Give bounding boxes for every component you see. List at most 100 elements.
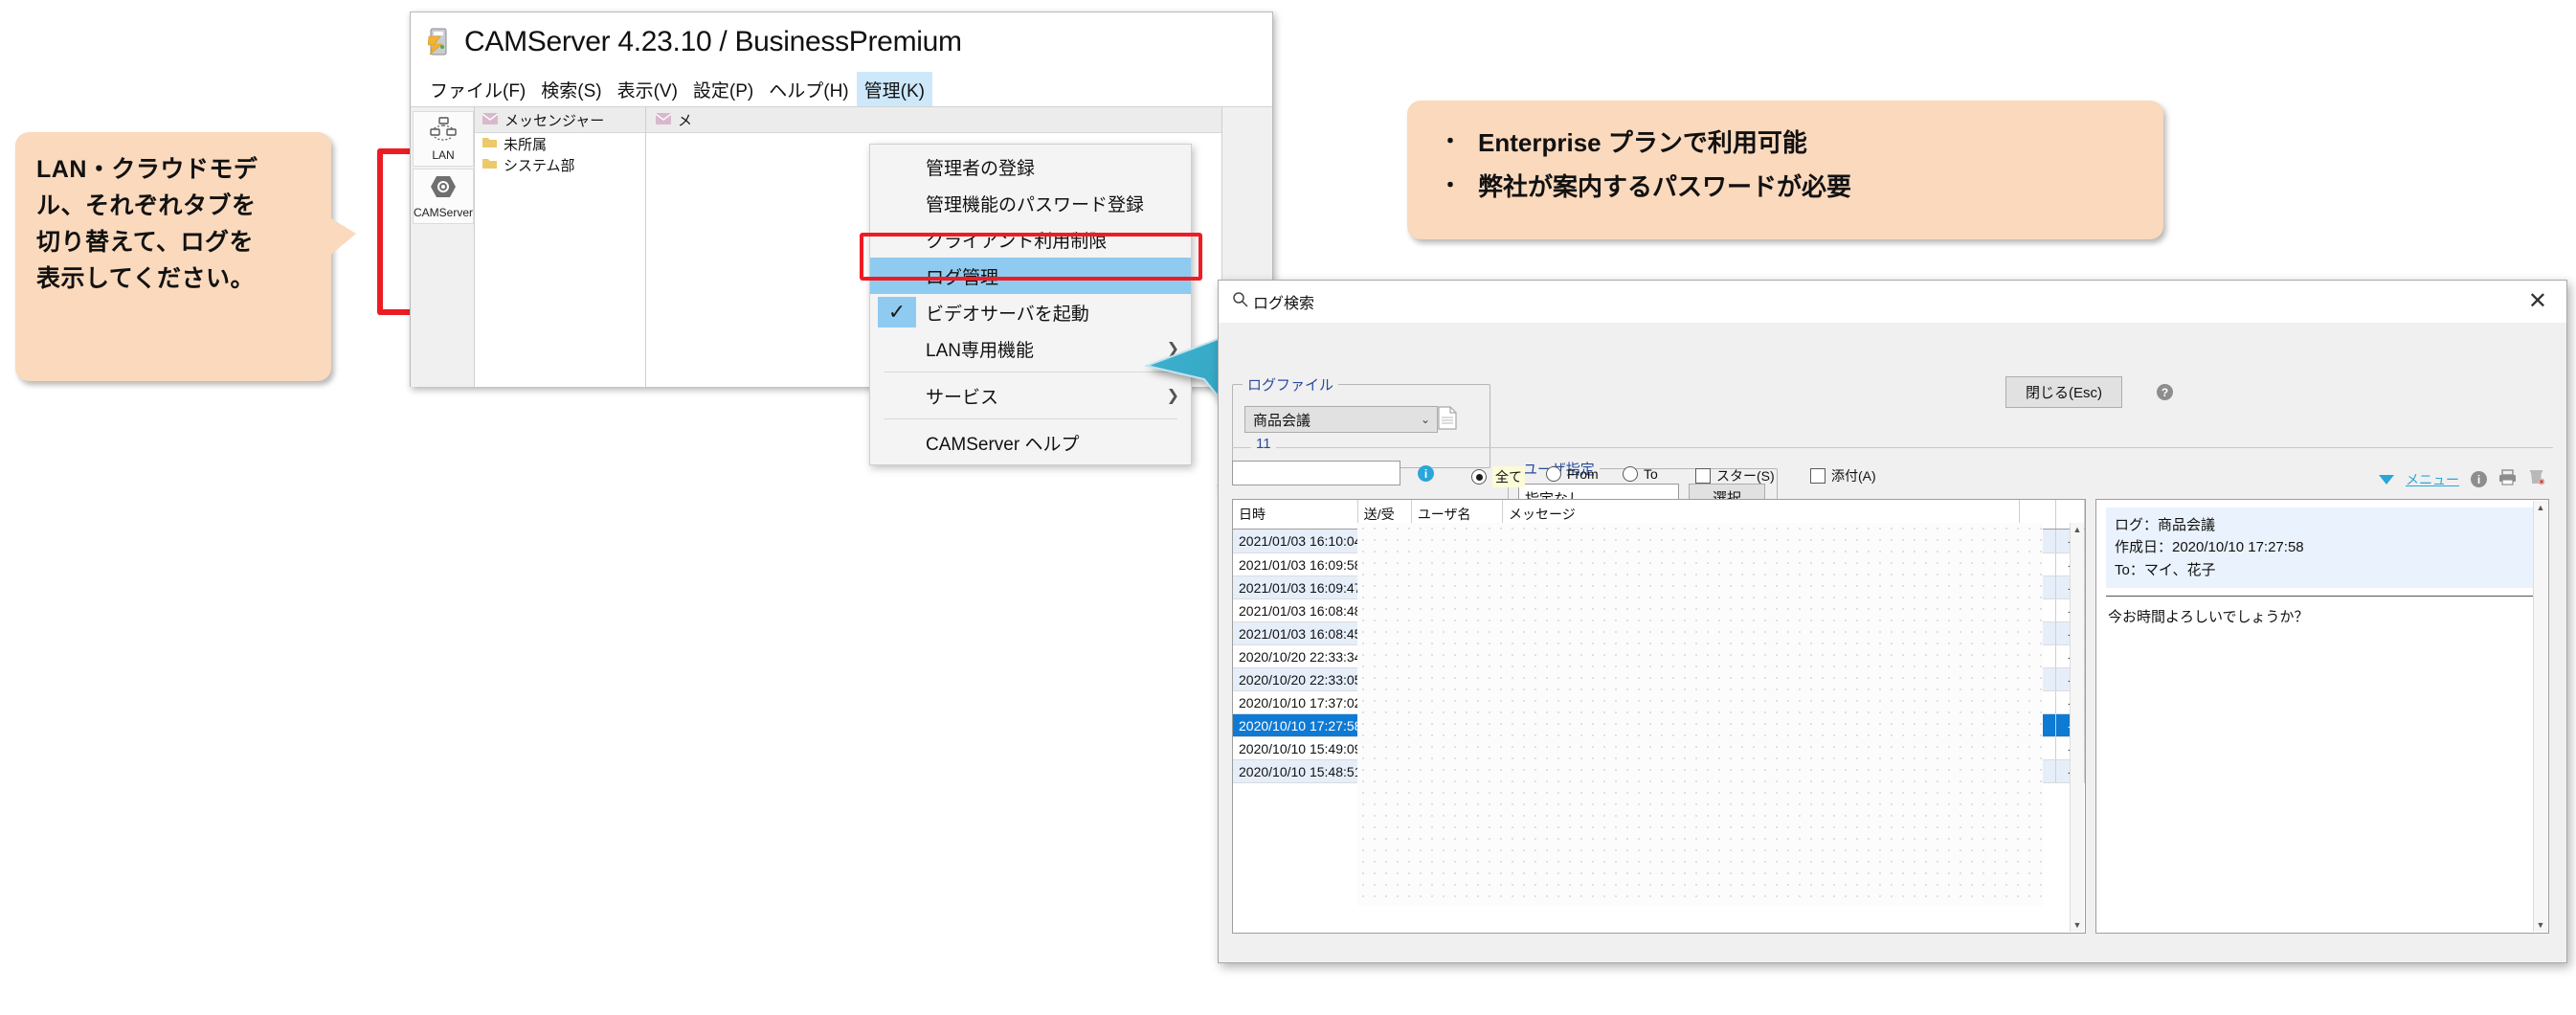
sidebar-item-label: CAMServer — [414, 205, 474, 219]
menu-item-label: サービス — [926, 387, 999, 408]
filter-radio-to-label: To — [1644, 466, 1658, 482]
hexagon-gear-icon — [430, 174, 457, 204]
left-callout-bubble: LAN・クラウドモデ ル、それぞれタブを 切り替えて、ログを 表示してください。 — [15, 132, 331, 381]
filter-checkbox-attachment-label: 添付(A) — [1831, 468, 1876, 484]
network-icon — [429, 116, 458, 147]
tree-header[interactable]: メッセンジャー — [475, 107, 645, 133]
cell-datetime: 2020/10/20 22:33:34 — [1233, 644, 1358, 668]
tree-item-label: 未所属 — [504, 136, 548, 153]
log-table: 日時 送/受 ユーザ名 メッセージ 2021/01/03 16:10:04Fro… — [1232, 499, 2086, 934]
menu-item-label: LAN専用機能 — [926, 340, 1034, 361]
search-input[interactable] — [1232, 461, 1400, 485]
page-title: CAMServer 4.23.10 / BusinessPremium — [464, 26, 962, 57]
callout-line: 表示してください。 — [36, 265, 256, 292]
scroll-down-arrow[interactable]: ▼ — [2534, 918, 2547, 932]
log-search-dialog: ログ検索 ✕ ログファイル 商品会議 ⌄ ユーザ指定 指定なし 選択 指定日付 … — [1218, 280, 2567, 963]
menu-view[interactable]: 表示(V) — [610, 72, 685, 106]
logfile-select[interactable]: 商品会議 ⌄ — [1244, 406, 1438, 433]
envelope-icon — [482, 112, 499, 128]
tree-panel: メッセンジャー 未所属 システム部 — [475, 107, 646, 387]
close-icon[interactable]: ✕ — [2522, 290, 2553, 313]
cell-datetime: 2021/01/03 16:08:45 — [1233, 621, 1358, 645]
file-icon[interactable] — [1438, 406, 1457, 435]
radio-icon — [1623, 466, 1638, 482]
menu-admin[interactable]: 管理(K) — [856, 72, 932, 106]
filter-radio-to[interactable]: To — [1623, 466, 1658, 482]
tree-item-label: システム部 — [504, 157, 575, 174]
sidebar-item-label: LAN — [432, 147, 455, 162]
redaction-overlay — [1357, 523, 2043, 906]
side-tab-strip: LAN CAMServer — [411, 107, 475, 387]
filter-radio-all[interactable]: 全て — [1471, 466, 1525, 487]
right-callout-bubble: ・ Enterprise プランで利用可能 ・ 弊社が案内するパスワードが必要 — [1407, 101, 2163, 239]
scroll-up-arrow[interactable]: ▲ — [2534, 501, 2547, 514]
sidebar-item-lan[interactable]: LAN — [413, 111, 474, 167]
logfile-group-legend: ログファイル — [1243, 374, 1339, 395]
filter-checkbox-star-label: スター(S) — [1716, 468, 1775, 484]
detail-log-name: ログ：商品会議 — [2115, 517, 2216, 533]
filter-checkbox-star[interactable]: スター(S) — [1695, 466, 1775, 485]
check-icon: ✓ — [878, 297, 916, 327]
checkbox-icon — [1810, 468, 1826, 484]
cell-datetime: 2021/01/03 16:08:48 — [1233, 598, 1358, 622]
menu-item-admin-password[interactable]: 管理機能のパスワード登録 — [870, 185, 1191, 221]
filter-radio-all-label: 全て — [1492, 466, 1525, 487]
logfile-select-value: 商品会議 — [1253, 412, 1311, 429]
cell-datetime: 2020/10/20 22:33:05 — [1233, 667, 1358, 691]
menu-file[interactable]: ファイル(F) — [422, 72, 533, 106]
chevron-down-icon: ⌄ — [1420, 413, 1430, 426]
menu-help[interactable]: ヘルプ(H) — [761, 72, 856, 106]
bullet-marker: ・ — [1440, 172, 1462, 197]
bullet-marker: ・ — [1440, 129, 1462, 153]
close-dialog-button[interactable]: 閉じる(Esc) — [2005, 376, 2122, 408]
chevron-down-icon[interactable] — [2379, 474, 2394, 485]
messages-panel-label: メ — [678, 112, 693, 129]
search-icon — [1232, 291, 1248, 312]
logfile-group: ログファイル 商品会議 ⌄ — [1232, 374, 1490, 468]
callout-bullet: ・ Enterprise プランで利用可能 — [1440, 122, 2131, 166]
tree-header-label: メッセンジャー — [504, 112, 605, 129]
column-header-datetime[interactable]: 日時 — [1233, 500, 1358, 530]
tree-item-unassigned[interactable]: 未所属 — [475, 133, 645, 154]
app-logo-icon — [427, 28, 453, 56]
menu-settings[interactable]: 設定(P) — [685, 72, 761, 106]
menubar: ファイル(F) 検索(S) 表示(V) 設定(P) ヘルプ(H) 管理(K) — [411, 72, 1272, 106]
detail-toolbar: メニュー i — [2379, 468, 2545, 490]
print-icon[interactable] — [2498, 468, 2517, 490]
cell-datetime: 2021/01/03 16:09:58 — [1233, 553, 1358, 576]
menu-search[interactable]: 検索(S) — [533, 72, 609, 106]
dialog-titlebar: ログ検索 ✕ — [1219, 281, 2566, 323]
scroll-down-arrow[interactable]: ▼ — [2071, 918, 2084, 932]
tree-item-system-dept[interactable]: システム部 — [475, 154, 645, 175]
filter-radio-from[interactable]: From — [1546, 466, 1599, 482]
info-icon[interactable]: i — [2471, 471, 2487, 487]
messages-panel-header: メ — [646, 107, 1221, 133]
detail-divider — [2106, 595, 2539, 597]
menu-item-register-admin[interactable]: 管理者の登録 — [870, 148, 1191, 185]
detail-menu-link[interactable]: メニュー — [2406, 470, 2459, 489]
window-titlebar: CAMServer 4.23.10 / BusinessPremium — [411, 12, 1272, 72]
checkbox-icon — [1695, 468, 1711, 484]
table-vertical-scrollbar[interactable]: ▲ ▼ — [2070, 523, 2084, 932]
callout-bullet: ・ 弊社が案内するパスワードが必要 — [1440, 166, 2131, 210]
cell-datetime: 2021/01/03 16:09:47 — [1233, 575, 1358, 599]
folder-icon — [482, 136, 497, 152]
delete-icon[interactable] — [2528, 468, 2545, 490]
detail-created-date: 作成日：2020/10/10 17:27:58 — [2115, 539, 2304, 556]
help-icon[interactable]: ? — [2157, 384, 2173, 400]
radio-icon — [1471, 469, 1487, 485]
radio-icon — [1546, 466, 1561, 482]
log-management-highlight — [860, 233, 1202, 281]
log-detail-pane: ログ：商品会議 作成日：2020/10/10 17:27:58 To：マイ、花子… — [2095, 499, 2549, 934]
cell-datetime: 2020/10/10 17:37:02 — [1233, 690, 1358, 714]
section-divider-number: 11 — [1251, 436, 1276, 452]
detail-vertical-scrollbar[interactable]: ▲ ▼ — [2533, 501, 2547, 932]
callout-line: 切り替えて、ログを — [36, 229, 255, 256]
scroll-up-arrow[interactable]: ▲ — [2071, 523, 2084, 536]
sidebar-item-camserver[interactable]: CAMServer — [413, 169, 474, 224]
filter-checkbox-attachment[interactable]: 添付(A) — [1810, 466, 1876, 485]
callout-line: ル、それぞれタブを — [36, 192, 257, 219]
bullet-text: Enterprise プランで利用可能 — [1478, 128, 1807, 157]
section-divider — [1232, 447, 2553, 448]
info-icon[interactable]: i — [1418, 465, 1434, 482]
